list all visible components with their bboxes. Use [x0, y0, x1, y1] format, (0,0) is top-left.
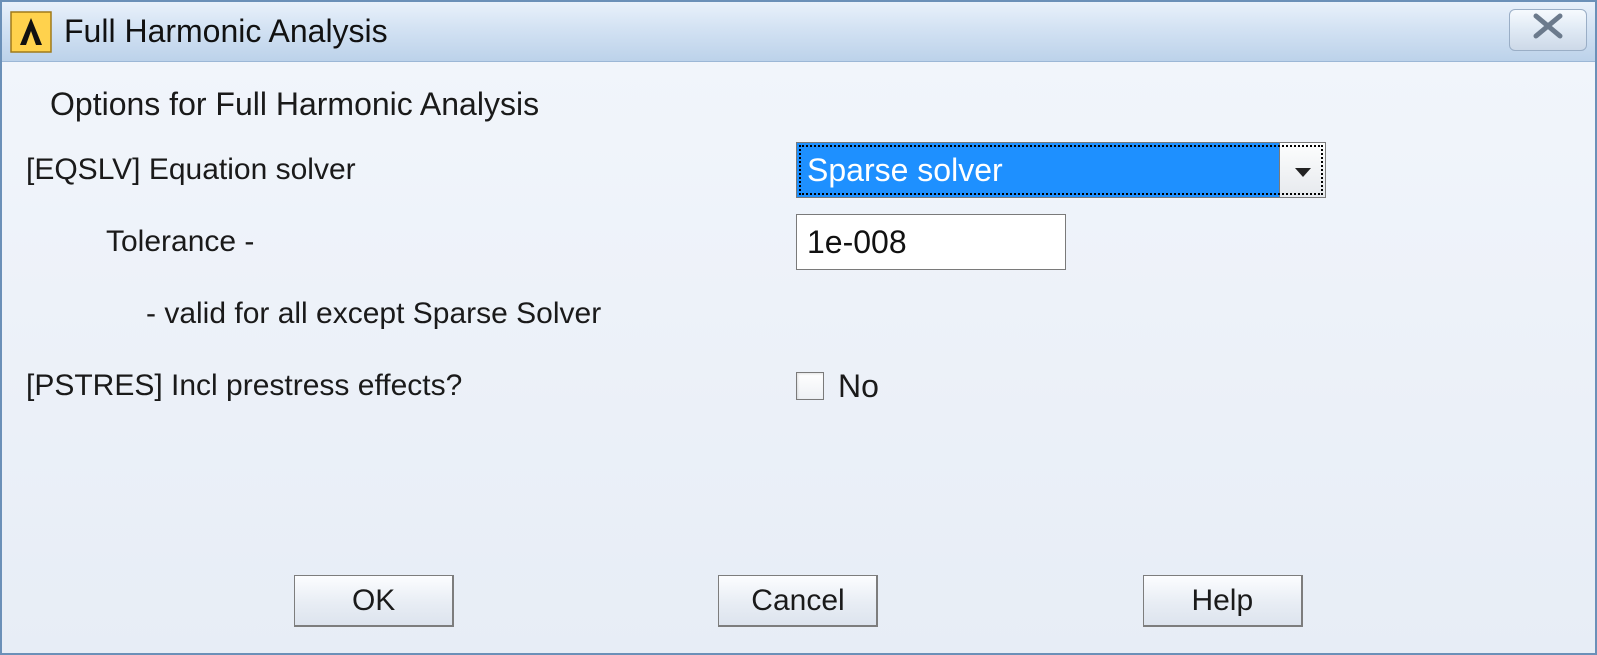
- dropdown-arrow-button[interactable]: [1279, 143, 1325, 197]
- row-tolerance: Tolerance -: [16, 213, 1581, 271]
- eqslv-label: [EQSLV] Equation solver: [16, 153, 796, 187]
- dialog-window: Full Harmonic Analysis Options for Full …: [0, 0, 1597, 655]
- equation-solver-value: Sparse solver: [797, 143, 1279, 197]
- close-button[interactable]: [1509, 9, 1587, 51]
- pstres-label: [PSTRES] Incl prestress effects?: [16, 369, 796, 403]
- button-row: OK Cancel Help: [2, 575, 1595, 627]
- chevron-down-icon: [1294, 153, 1312, 187]
- cancel-button[interactable]: Cancel: [718, 575, 878, 627]
- options-subtitle: Options for Full Harmonic Analysis: [16, 86, 1581, 123]
- prestress-checkbox-label: No: [838, 368, 879, 405]
- tolerance-note: - valid for all except Sparse Solver: [16, 297, 796, 331]
- help-button[interactable]: Help: [1143, 575, 1303, 627]
- equation-solver-dropdown[interactable]: Sparse solver: [796, 142, 1326, 198]
- ok-button[interactable]: OK: [294, 575, 454, 627]
- dialog-title: Full Harmonic Analysis: [64, 13, 388, 50]
- row-tolerance-note: - valid for all except Sparse Solver: [16, 285, 1581, 343]
- title-bar: Full Harmonic Analysis: [2, 2, 1595, 62]
- close-icon: [1531, 11, 1565, 49]
- dialog-client-area: Options for Full Harmonic Analysis [EQSL…: [2, 62, 1595, 653]
- row-pstres: [PSTRES] Incl prestress effects? No: [16, 357, 1581, 415]
- tolerance-label: Tolerance -: [16, 225, 796, 259]
- tolerance-input[interactable]: [796, 214, 1066, 270]
- prestress-checkbox-group: No: [796, 368, 1581, 405]
- prestress-checkbox[interactable]: [796, 372, 824, 400]
- row-eqslv: [EQSLV] Equation solver Sparse solver: [16, 141, 1581, 199]
- app-icon: [10, 11, 52, 53]
